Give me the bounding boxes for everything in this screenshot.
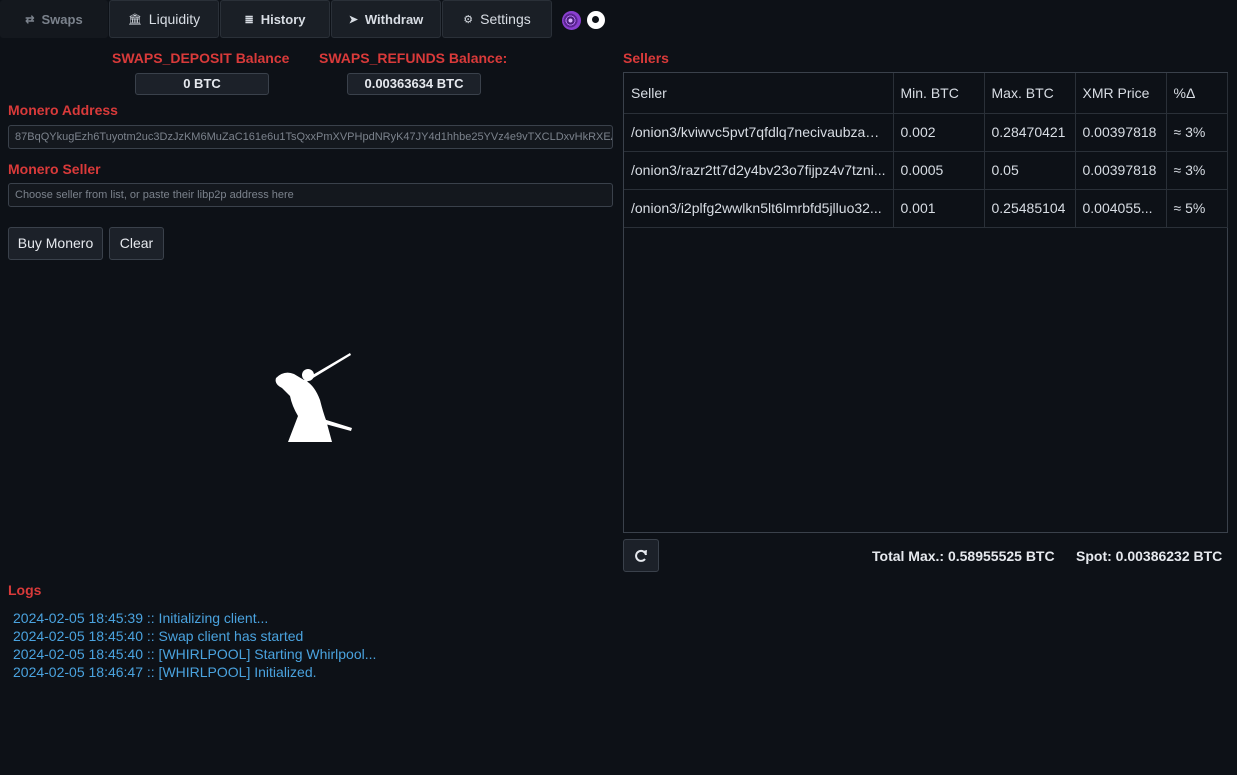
refresh-button[interactable] (623, 539, 659, 572)
refunds-balance-value: 0.00363634 BTC (347, 73, 481, 95)
tab-swaps-label: Swaps (41, 11, 83, 27)
monero-seller-input[interactable]: Choose seller from list, or paste their … (8, 183, 613, 207)
log-line: 2024-02-05 18:45:39 :: Initializing clie… (13, 610, 269, 626)
min-btc-cell: 0.002 (893, 113, 985, 152)
buy-monero-button[interactable]: Buy Monero (8, 227, 103, 260)
gear-icon: ⚙ (463, 13, 474, 26)
xmr-price-cell: 0.004055... (1075, 189, 1167, 228)
tab-liquidity[interactable]: 🏛 Liquidity (109, 0, 219, 38)
refunds-balance-label: SWAPS_REFUNDS Balance: (319, 50, 508, 66)
sellers-table: Seller Min. BTC Max. BTC XMR Price %Δ /o… (623, 72, 1228, 533)
column-header-max-btc[interactable]: Max. BTC (984, 73, 1076, 114)
min-btc-cell: 0.001 (893, 189, 985, 228)
xmr-price-cell: 0.00397818 (1075, 151, 1167, 190)
samurai-logo-icon (275, 353, 352, 442)
tab-liquidity-label: Liquidity (148, 11, 201, 27)
seller-address-cell: /onion3/razr2tt7d2y4bv23o7fijpz4v7tzni..… (624, 151, 894, 190)
refresh-icon (635, 549, 647, 562)
tab-settings-label: Settings (480, 11, 531, 27)
log-line: 2024-02-05 18:46:47 :: [WHIRLPOOL] Initi… (13, 664, 317, 680)
deposit-balance-value: 0 BTC (135, 73, 269, 95)
deposit-balance-label: SWAPS_DEPOSIT Balance (112, 50, 290, 66)
sellers-label: Sellers (623, 50, 669, 66)
bank-icon: 🏛 (127, 13, 142, 26)
table-row[interactable]: /onion3/kviwvc5pvt7qfdlq7necivaubzaxh...… (624, 113, 1228, 152)
tab-settings[interactable]: ⚙ Settings (442, 0, 552, 38)
whirlpool-ring-icon[interactable] (587, 11, 605, 29)
clear-button[interactable]: Clear (109, 227, 164, 260)
column-header-xmr-price[interactable]: XMR Price (1075, 73, 1167, 114)
tab-withdraw-label: Withdraw (364, 11, 424, 27)
max-btc-cell: 0.28470421 (984, 113, 1076, 152)
column-header-seller[interactable]: Seller (624, 73, 894, 114)
monero-address-label: Monero Address (8, 102, 118, 118)
table-header-row: Seller Min. BTC Max. BTC XMR Price %Δ (624, 73, 1228, 114)
log-line: 2024-02-05 18:45:40 :: Swap client has s… (13, 628, 304, 644)
percent-delta-cell: ≈ 3% (1166, 113, 1228, 152)
min-btc-cell: 0.0005 (893, 151, 985, 190)
tab-withdraw[interactable]: ➤ Withdraw (331, 0, 441, 38)
max-btc-cell: 0.25485104 (984, 189, 1076, 228)
tor-onion-icon[interactable] (562, 11, 581, 30)
monero-seller-label: Monero Seller (8, 161, 101, 177)
max-btc-cell: 0.05 (984, 151, 1076, 190)
list-icon: ≣ (244, 13, 254, 26)
percent-delta-cell: ≈ 5% (1166, 189, 1228, 228)
total-max-stat: Total Max.: 0.58955525 BTC (872, 548, 1055, 564)
logs-label: Logs (8, 582, 42, 598)
tab-history-label: History (260, 11, 306, 27)
xmr-price-cell: 0.00397818 (1075, 113, 1167, 152)
log-line: 2024-02-05 18:45:40 :: [WHIRLPOOL] Start… (13, 646, 377, 662)
monero-address-input[interactable]: 87BqQYkugEzh6Tuyotm2uc3DzJzKM6MuZaC161e6… (8, 125, 613, 149)
send-icon: ➤ (348, 13, 358, 26)
percent-delta-cell: ≈ 3% (1166, 151, 1228, 190)
spot-price-stat: Spot: 0.00386232 BTC (1076, 548, 1223, 564)
swap-arrows-icon: ⇄ (25, 13, 35, 26)
log-output: 2024-02-05 18:45:39 :: Initializing clie… (13, 609, 376, 681)
column-header-percent-delta[interactable]: %Δ (1166, 73, 1228, 114)
tab-history[interactable]: ≣ History (220, 0, 330, 38)
column-header-min-btc[interactable]: Min. BTC (893, 73, 985, 114)
table-row[interactable]: /onion3/i2plfg2wwlkn5lt6lmrbfd5jlluo32..… (624, 189, 1228, 228)
seller-address-cell: /onion3/i2plfg2wwlkn5lt6lmrbfd5jlluo32..… (624, 189, 894, 228)
seller-address-cell: /onion3/kviwvc5pvt7qfdlq7necivaubzaxh... (624, 113, 894, 152)
tab-swaps[interactable]: ⇄ Swaps (0, 0, 108, 38)
main-tab-bar: ⇄ Swaps 🏛 Liquidity ≣ History ➤ Withdraw… (0, 0, 553, 40)
table-row[interactable]: /onion3/razr2tt7d2y4bv23o7fijpz4v7tzni..… (624, 151, 1228, 190)
